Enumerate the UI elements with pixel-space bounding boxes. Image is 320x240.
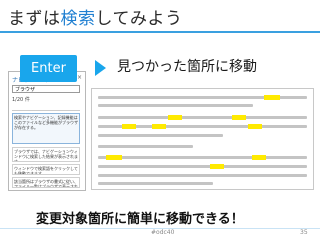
title-post: してみよう <box>95 9 183 29</box>
text-line <box>98 134 223 137</box>
page-number: 35 <box>300 229 308 236</box>
search-match-highlight <box>210 164 224 169</box>
navigation-pane: ナビゲーション × ブラウザ 1/20 件 検索やナビゲーション、記録機能はこの… <box>8 71 86 191</box>
text-line <box>98 156 307 159</box>
pane-tabs <box>12 104 80 119</box>
text-line <box>98 182 213 185</box>
title-pre: まずは <box>8 9 61 29</box>
search-match-highlight <box>106 155 122 160</box>
document-page <box>91 88 314 190</box>
search-result-item[interactable]: ブラウザでは、ナビゲーションウィンドウに検索した結果が表示されます。 <box>12 147 80 162</box>
search-match-highlight <box>252 155 266 160</box>
search-result-item[interactable]: 検索やナビゲーション、記録機能はこのファイルなど多機能がブラウザが存在する。 <box>12 113 80 144</box>
title-divider <box>0 31 320 33</box>
close-icon[interactable]: × <box>77 74 82 81</box>
search-match-highlight <box>248 124 262 129</box>
title-highlight: 検索 <box>60 9 96 29</box>
footer-hashtag: #odc40 <box>151 229 175 236</box>
search-result-item[interactable]: ウィンドウで検索語をクリックしても移動できます。 <box>12 164 80 175</box>
subtitle: 変更対象箇所に簡単に移動できる！ <box>36 212 244 227</box>
result-count: 1/20 件 <box>12 97 30 103</box>
arrow-right-icon <box>95 60 106 76</box>
search-match-highlight <box>264 95 280 100</box>
text-line <box>98 165 307 168</box>
text-line <box>98 104 253 107</box>
text-line <box>98 174 307 177</box>
text-line <box>98 145 193 148</box>
enter-key-badge: Enter <box>20 55 77 82</box>
text-line <box>98 116 307 119</box>
caption: 見つかった箇所に移動 <box>117 59 257 75</box>
search-match-highlight <box>232 115 246 120</box>
search-input[interactable]: ブラウザ <box>12 85 80 93</box>
slide-title: まずは検索してみよう <box>8 4 183 29</box>
search-match-highlight <box>122 124 136 129</box>
search-match-highlight <box>152 124 166 129</box>
search-match-highlight <box>168 115 182 120</box>
search-result-item[interactable]: 該当箇所はブラウザの書式に従い、ファイル一覧はブラウザで表示されます。 <box>12 177 80 188</box>
